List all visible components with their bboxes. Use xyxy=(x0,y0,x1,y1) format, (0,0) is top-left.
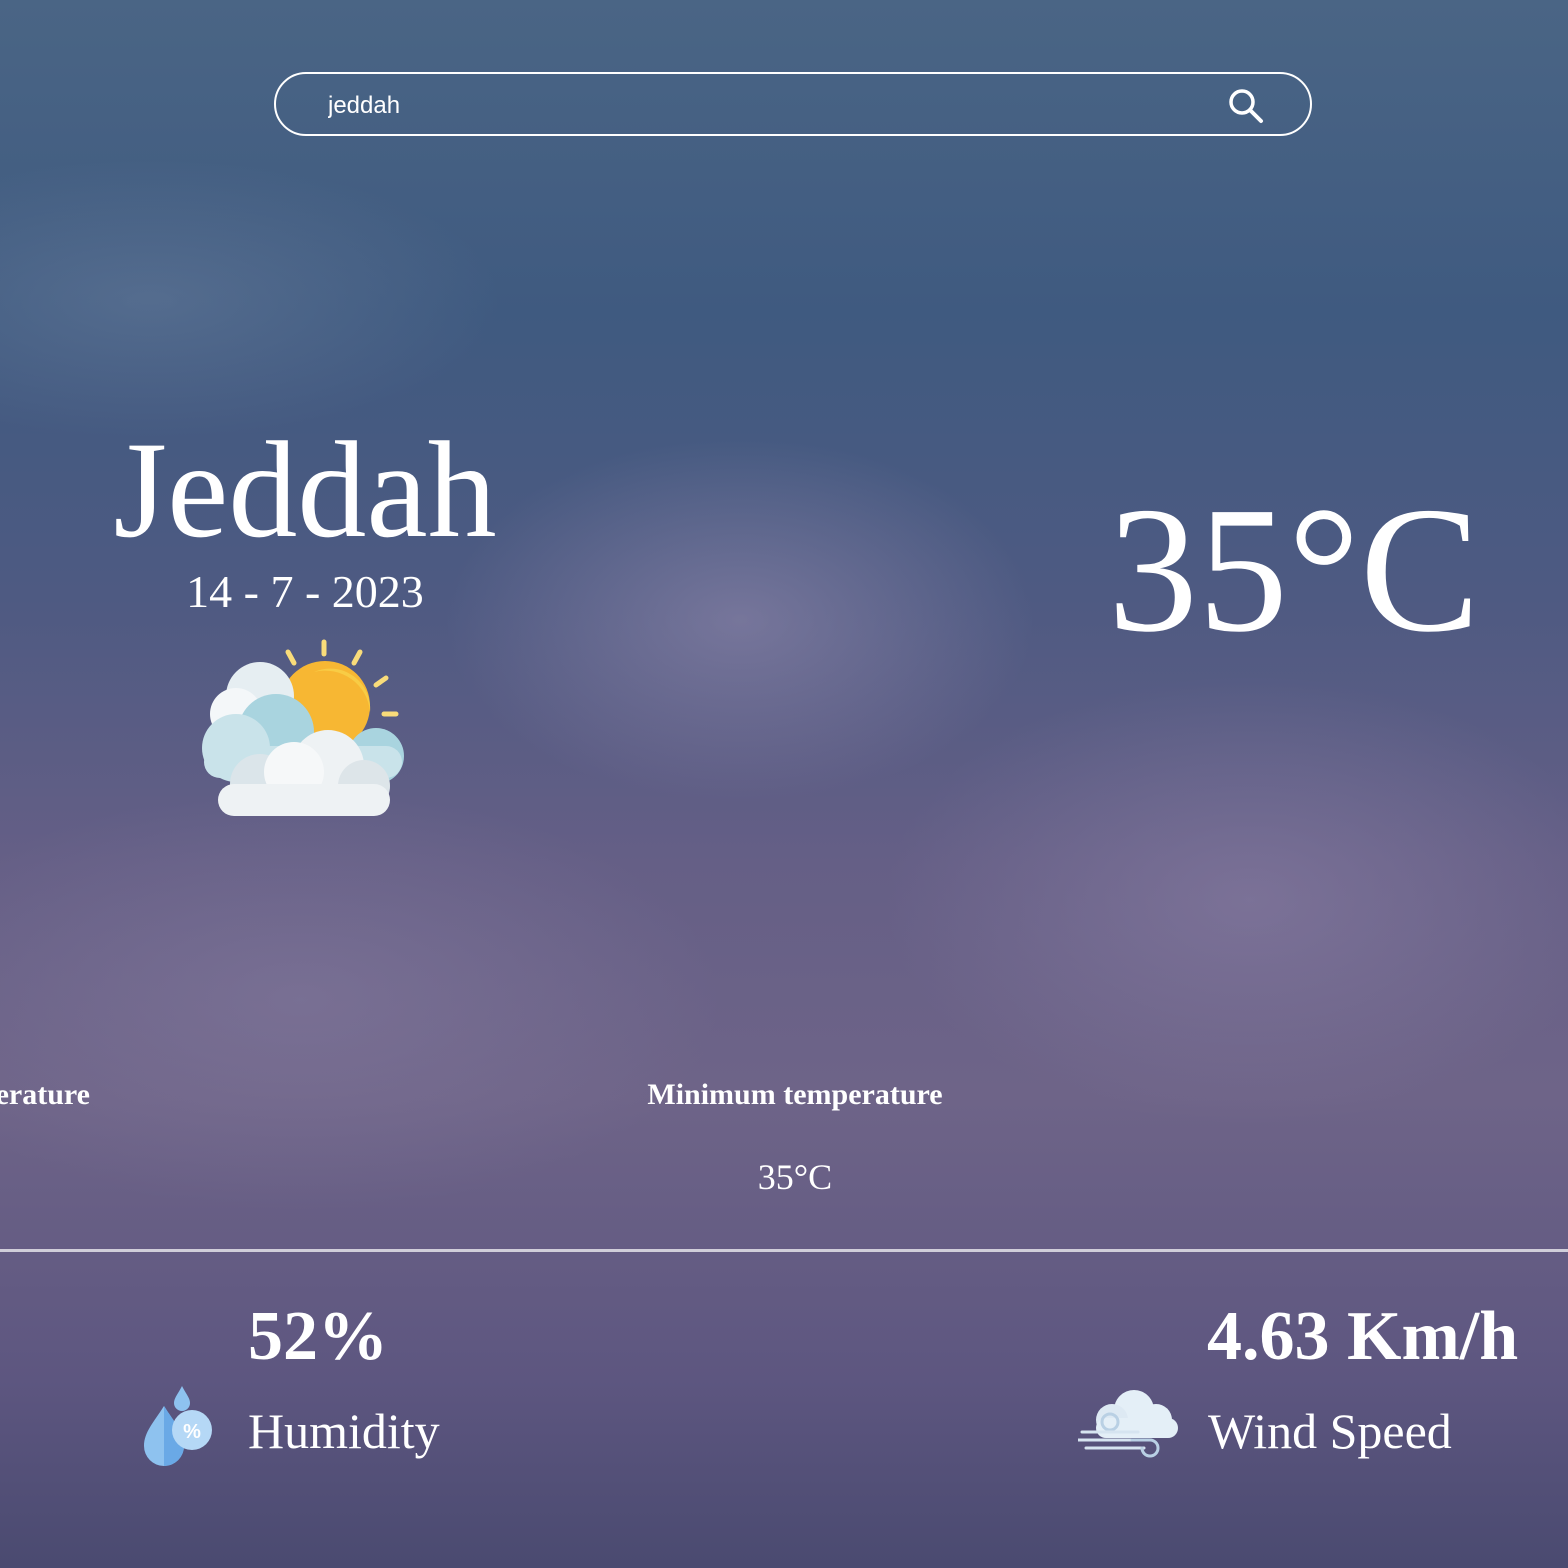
wind-icon xyxy=(1076,1386,1182,1468)
search-bar xyxy=(274,72,1312,136)
current-temperature: 35°C xyxy=(1107,470,1480,669)
wind-speed-value: 4.63 Km/h xyxy=(1207,1298,1519,1375)
wind-speed-label: Wind Speed xyxy=(1208,1403,1452,1459)
search-icon xyxy=(1229,89,1263,123)
search-input[interactable] xyxy=(326,86,1210,126)
partly-cloudy-icon xyxy=(196,636,410,820)
humidity-value: 52% xyxy=(248,1298,388,1375)
min-temperature-label: Minimum temperature xyxy=(647,1078,943,1111)
search-button[interactable] xyxy=(1224,86,1268,126)
max-temperature-label: erature xyxy=(0,1078,90,1111)
svg-text:%: % xyxy=(183,1421,201,1443)
humidity-label: Humidity xyxy=(248,1403,440,1459)
current-date: 14 - 7 - 2023 xyxy=(186,566,424,617)
city-name: Jeddah xyxy=(113,413,497,566)
min-temperature-value: 35°C xyxy=(757,1157,833,1197)
divider xyxy=(0,1249,1568,1252)
humidity-icon: % xyxy=(140,1386,216,1470)
